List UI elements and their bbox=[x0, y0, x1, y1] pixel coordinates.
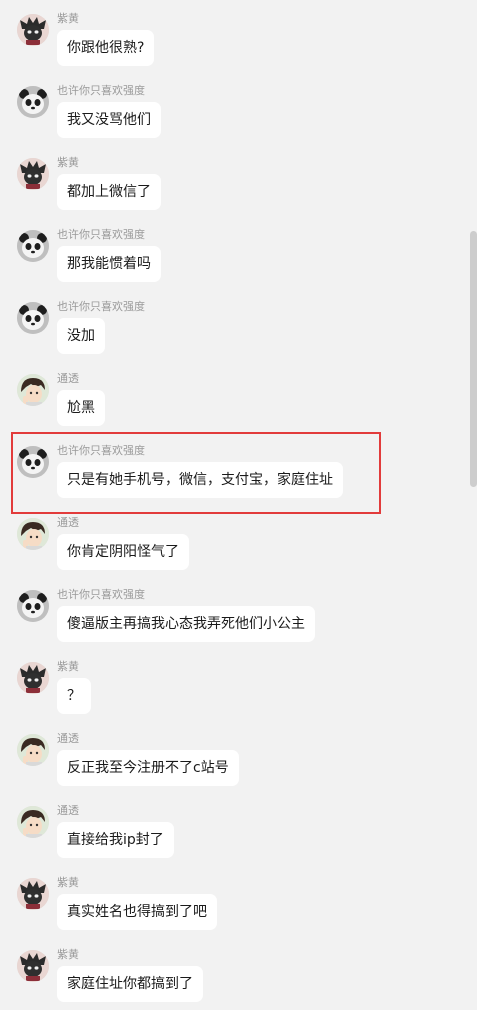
sender-name: 通透 bbox=[57, 516, 79, 529]
chat-message: 紫黄 你跟他很熟? bbox=[0, 12, 460, 74]
message-bubble[interactable]: 真实姓名也得搞到了吧 bbox=[57, 894, 217, 930]
dark-cartoon-avatar-icon bbox=[17, 950, 49, 982]
chat-message: 通透 尬黑 bbox=[0, 372, 460, 434]
message-bubble[interactable]: 我又没骂他们 bbox=[57, 102, 161, 138]
avatar-zihuang[interactable] bbox=[17, 14, 49, 46]
chat-message: 紫黄 ？ bbox=[0, 660, 460, 722]
avatar-yexu[interactable] bbox=[17, 590, 49, 622]
sender-name: 也许你只喜欢强度 bbox=[57, 588, 145, 601]
sender-name: 也许你只喜欢强度 bbox=[57, 84, 145, 97]
sender-name: 紫黄 bbox=[57, 948, 79, 961]
chat-message: 也许你只喜欢强度 只是有她手机号，微信，支付宝，家庭住址 bbox=[0, 444, 460, 506]
panda-avatar-icon bbox=[17, 230, 49, 262]
panda-avatar-icon bbox=[17, 86, 49, 118]
avatar-yexu[interactable] bbox=[17, 446, 49, 478]
message-bubble[interactable]: 只是有她手机号，微信，支付宝，家庭住址 bbox=[57, 462, 343, 498]
avatar-zihuang[interactable] bbox=[17, 950, 49, 982]
message-bubble[interactable]: 尬黑 bbox=[57, 390, 105, 426]
avatar-tongtou[interactable] bbox=[17, 734, 49, 766]
chat-message: 通透 反正我至今注册不了c站号 bbox=[0, 732, 460, 794]
sender-name: 紫黄 bbox=[57, 156, 79, 169]
avatar-yexu[interactable] bbox=[17, 86, 49, 118]
sender-name: 通透 bbox=[57, 372, 79, 385]
avatar-zihuang[interactable] bbox=[17, 158, 49, 190]
message-bubble[interactable]: 你跟他很熟? bbox=[57, 30, 155, 66]
panda-avatar-icon bbox=[17, 446, 49, 478]
avatar-tongtou[interactable] bbox=[17, 806, 49, 838]
dark-cartoon-avatar-icon bbox=[17, 14, 49, 46]
avatar-yexu[interactable] bbox=[17, 302, 49, 334]
message-bubble[interactable]: 傻逼版主再搞我心态我弄死他们小公主 bbox=[57, 606, 315, 642]
avatar-tongtou[interactable] bbox=[17, 518, 49, 550]
chat-message: 也许你只喜欢强度 没加 bbox=[0, 300, 460, 362]
dark-cartoon-avatar-icon bbox=[17, 662, 49, 694]
message-bubble[interactable]: 你肯定阴阳怪气了 bbox=[57, 534, 189, 570]
dark-cartoon-avatar-icon bbox=[17, 158, 49, 190]
message-bubble[interactable]: ？ bbox=[57, 678, 91, 714]
chat-message: 也许你只喜欢强度 那我能惯着吗 bbox=[0, 228, 460, 290]
sender-name: 紫黄 bbox=[57, 876, 79, 889]
sender-name: 也许你只喜欢强度 bbox=[57, 444, 145, 457]
anime-boy-avatar-icon bbox=[17, 374, 49, 406]
avatar-zihuang[interactable] bbox=[17, 662, 49, 694]
chat-message: 通透 直接给我ip封了 bbox=[0, 804, 460, 866]
message-bubble[interactable]: 直接给我ip封了 bbox=[57, 822, 174, 858]
anime-boy-avatar-icon bbox=[17, 518, 49, 550]
message-bubble[interactable]: 那我能惯着吗 bbox=[57, 246, 161, 282]
avatar-yexu[interactable] bbox=[17, 230, 49, 262]
panda-avatar-icon bbox=[17, 302, 49, 334]
avatar-tongtou[interactable] bbox=[17, 374, 49, 406]
panda-avatar-icon bbox=[17, 590, 49, 622]
message-bubble[interactable]: 都加上微信了 bbox=[57, 174, 161, 210]
message-bubble[interactable]: 没加 bbox=[57, 318, 105, 354]
scrollbar-thumb[interactable] bbox=[470, 231, 477, 487]
sender-name: 也许你只喜欢强度 bbox=[57, 228, 145, 241]
chat-message: 通透 你肯定阴阳怪气了 bbox=[0, 516, 460, 578]
dark-cartoon-avatar-icon bbox=[17, 878, 49, 910]
avatar-zihuang[interactable] bbox=[17, 878, 49, 910]
sender-name: 通透 bbox=[57, 804, 79, 817]
chat-message: 紫黄 都加上微信了 bbox=[0, 156, 460, 218]
chat-message-list[interactable]: 紫黄 你跟他很熟? 也许你只喜欢强度 我又没骂他们 紫黄 都加上微信了 也许你只… bbox=[0, 0, 469, 1002]
chat-message: 也许你只喜欢强度 我又没骂他们 bbox=[0, 84, 460, 146]
anime-boy-avatar-icon bbox=[17, 806, 49, 838]
scrollbar-track[interactable] bbox=[469, 0, 477, 997]
sender-name: 通透 bbox=[57, 732, 79, 745]
sender-name: 也许你只喜欢强度 bbox=[57, 300, 145, 313]
message-bubble[interactable]: 反正我至今注册不了c站号 bbox=[57, 750, 239, 786]
anime-boy-avatar-icon bbox=[17, 734, 49, 766]
chat-message: 也许你只喜欢强度 傻逼版主再搞我心态我弄死他们小公主 bbox=[0, 588, 460, 650]
sender-name: 紫黄 bbox=[57, 660, 79, 673]
chat-message: 紫黄 真实姓名也得搞到了吧 bbox=[0, 876, 460, 938]
sender-name: 紫黄 bbox=[57, 12, 79, 25]
chat-message: 紫黄 家庭住址你都搞到了 bbox=[0, 948, 460, 1010]
